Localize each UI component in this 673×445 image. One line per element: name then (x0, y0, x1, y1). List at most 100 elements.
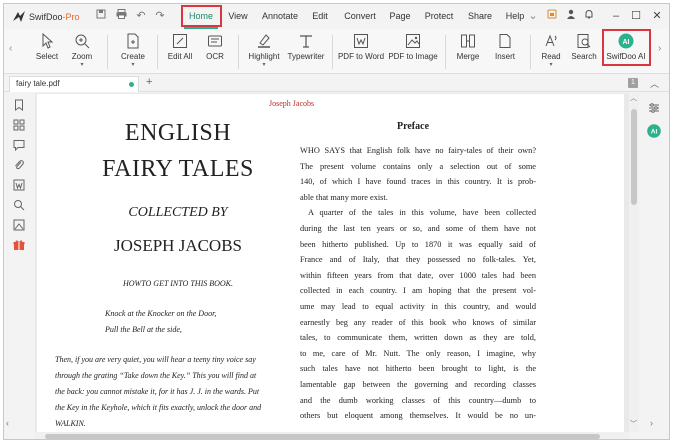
scroll-left-icon[interactable]: ‹ (6, 418, 9, 428)
bookmark-icon[interactable] (13, 99, 25, 111)
preface-line: WHO SAYS that English folk have no fairy… (300, 146, 536, 155)
divider (530, 35, 531, 69)
zoom-button[interactable]: Zoom ▾ (66, 29, 98, 74)
horizontal-scrollbar[interactable] (35, 432, 629, 439)
ocr-icon (208, 35, 222, 47)
home-highlight-box (181, 5, 222, 27)
preface-heading: Preface (397, 121, 430, 132)
add-tab-icon[interactable]: + (146, 76, 152, 88)
menu-page[interactable]: Page (389, 4, 411, 29)
chevron-down-icon: ▾ (262, 62, 266, 68)
knock-line-1: Knock at the Knocker on the Door, (105, 309, 217, 318)
search-icon[interactable] (13, 199, 25, 211)
book-title-line-1: ENGLISH (124, 120, 232, 146)
save-icon[interactable] (94, 9, 108, 23)
read-button[interactable]: Read ▾ (536, 29, 566, 74)
insert-button[interactable]: Insert (488, 29, 522, 74)
divider (445, 35, 446, 69)
ocr-button[interactable]: OCR (200, 29, 230, 74)
document-tab-bar: fairy tale.pdf + 1 ︿ (4, 74, 669, 92)
read-aloud-icon (545, 34, 557, 47)
preface-line: during the last ten years or so, and som… (300, 224, 536, 233)
print-icon[interactable] (114, 9, 128, 23)
menu-annotate[interactable]: Annotate (260, 4, 300, 29)
ribbon-toolbar: ‹ Select Zoom ▾ Create ▾ Edit All OCR Hi… (4, 29, 669, 74)
minimize-icon[interactable]: – (608, 9, 624, 23)
preface-line: within fifteen years from that date, ove… (300, 270, 536, 280)
thumbnails-icon[interactable] (13, 119, 25, 131)
preface-line: collected in each country. I am hoping t… (300, 286, 536, 296)
create-button[interactable]: Create ▾ (114, 29, 152, 74)
chevron-down-icon: ▾ (80, 62, 84, 68)
left-sidebar: ‹ (4, 93, 35, 439)
running-header: Joseph Jacobs (269, 99, 315, 108)
collected-by: COLLECTED BY (128, 205, 228, 220)
user-icon[interactable] (564, 9, 578, 23)
cart-icon[interactable] (545, 9, 559, 23)
scroll-up-icon[interactable]: ︿ (630, 93, 637, 103)
pdf-to-word-icon (354, 34, 368, 48)
attachment-icon[interactable] (13, 159, 25, 171)
cursor-icon (42, 33, 54, 49)
preface-line: earnestly beg any reader of this book wh… (300, 317, 536, 327)
ai-assistant-icon[interactable]: AI (647, 124, 661, 138)
menu-protect[interactable]: Protect (423, 4, 455, 29)
chevron-up-icon[interactable]: ︿ (650, 77, 659, 90)
typewriter-icon (300, 35, 312, 48)
intro-line: the back: you cannot mistake it, for it … (55, 387, 260, 396)
undo-icon[interactable]: ↶ (134, 9, 148, 23)
bell-icon[interactable] (582, 9, 596, 23)
pdf-to-image-button[interactable]: PDF to Image (387, 29, 439, 74)
highlight-button[interactable]: Highlight ▾ (244, 29, 284, 74)
redo-icon[interactable]: ↷ (153, 9, 167, 23)
insert-page-icon (499, 34, 511, 48)
page-count-badge: 1 (628, 78, 638, 88)
comment-icon[interactable] (13, 139, 25, 151)
menu-help[interactable]: Help (504, 4, 526, 29)
intro-line: Then, if you are very quiet, you will he… (55, 355, 256, 364)
scroll-right-icon[interactable]: › (650, 418, 653, 428)
horizontal-scroll-thumb[interactable] (45, 434, 600, 439)
divider (107, 35, 108, 69)
merge-button[interactable]: Merge (451, 29, 485, 74)
menu-convert[interactable]: Convert (342, 4, 378, 29)
menu-view[interactable]: View (225, 4, 251, 29)
document-tab[interactable]: fairy tale.pdf (9, 76, 139, 92)
settings-sliders-icon[interactable] (648, 102, 660, 114)
preface-line: such tales have not hitherto been brough… (300, 364, 536, 374)
divider (238, 35, 239, 69)
document-viewport: Joseph Jacobs ENGLISH FAIRY TALES COLLEC… (35, 93, 629, 432)
pdf-to-word-button[interactable]: PDF to Word (337, 29, 385, 74)
preface-line: lamentable gap between the governing and… (300, 380, 536, 389)
vertical-scroll-thumb[interactable] (631, 109, 637, 205)
close-icon[interactable]: ✕ (649, 9, 665, 23)
gift-icon[interactable] (13, 239, 25, 251)
edit-all-button[interactable]: Edit All (162, 29, 198, 74)
word-document-icon[interactable] (13, 179, 25, 191)
select-button[interactable]: Select (31, 29, 63, 74)
preface-line: The present volume contains only a selec… (300, 161, 536, 171)
preface-line: A quarter of the tales in this volume, h… (308, 208, 536, 218)
create-file-icon (127, 33, 139, 49)
preface-line: others but eloquent among themselves. It… (300, 411, 536, 421)
image-edit-icon[interactable] (13, 219, 25, 231)
preface-line: to me, care of Mr. Nutt. The only reason… (300, 348, 536, 358)
ribbon-scroll-right-icon[interactable]: › (658, 43, 661, 54)
menu-edit[interactable]: Edit (309, 4, 331, 29)
maximize-icon[interactable]: ☐ (628, 9, 644, 23)
menu-share[interactable]: Share (467, 4, 493, 29)
pdf-to-image-icon (406, 34, 420, 48)
app-name: SwifDoo-Pro (29, 12, 80, 22)
swifdoo-ai-highlight-box (602, 29, 651, 66)
divider (157, 35, 158, 69)
chevron-down-icon[interactable]: ⌄ (526, 9, 540, 23)
preface-line: able that many more exist. (300, 192, 388, 202)
preface-line: 140, of which I have found traces in thi… (300, 177, 536, 187)
divider (332, 35, 333, 69)
ribbon-scroll-left-icon[interactable]: ‹ (9, 43, 12, 54)
scroll-down-icon[interactable]: ﹀ (630, 419, 637, 429)
typewriter-button[interactable]: Typewriter (285, 29, 327, 74)
preface-line: and the dumb working classes of this cou… (300, 395, 536, 405)
vertical-scrollbar[interactable]: ︿ ﹀ (629, 93, 639, 432)
search-button[interactable]: Search (568, 29, 600, 74)
